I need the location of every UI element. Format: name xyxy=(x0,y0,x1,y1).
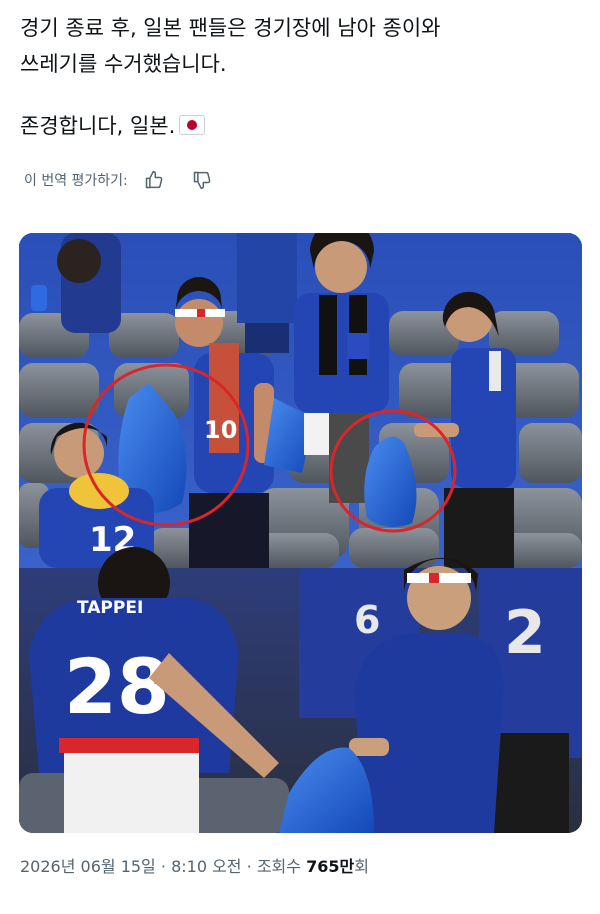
views-suffix: 회 xyxy=(354,857,369,876)
meta-separator-2: · xyxy=(246,857,252,876)
jersey-number-10: 10 xyxy=(204,416,237,444)
post-line-2: 쓰레기를 수거했습니다. xyxy=(20,52,227,76)
post-line-3: 존경합니다, 일본. xyxy=(20,108,580,144)
post-text: 경기 종료 후, 일본 팬들은 경기장에 남아 종이와 쓰레기를 수거했습니다.… xyxy=(20,10,580,144)
post-photo[interactable]: 10 12 6 2 TAPPEI 28 xyxy=(19,233,582,833)
jersey-number-28: 28 xyxy=(64,642,170,731)
thumbs-up-button[interactable] xyxy=(142,168,166,192)
photo-illustration: 10 12 6 2 TAPPEI 28 xyxy=(19,233,582,833)
views-label: 조회수 xyxy=(256,857,301,876)
bottom-photo: 6 2 TAPPEI 28 xyxy=(19,547,582,833)
post-date[interactable]: 2026년 06월 15일 xyxy=(20,857,156,876)
top-photo: 10 12 xyxy=(19,233,582,568)
post-line-3-text: 존경합니다, 일본. xyxy=(20,114,176,138)
jersey-name-tappei: TAPPEI xyxy=(77,598,143,618)
post-line-1: 경기 종료 후, 일본 팬들은 경기장에 남아 종이와 xyxy=(20,16,441,40)
post-meta: 2026년 06월 15일 · 8:10 오전 · 조회수 765만회 xyxy=(20,853,369,877)
thumbs-down-icon xyxy=(193,171,211,190)
background-fan-center xyxy=(237,233,297,353)
views-count: 765만 xyxy=(306,857,355,876)
post-time[interactable]: 8:10 오전 xyxy=(171,857,241,876)
rate-translation-label: 이 번역 평가하기: xyxy=(24,173,128,189)
japan-flag-icon xyxy=(179,115,206,135)
thumbs-up-icon xyxy=(145,170,163,189)
jersey-number-6: 6 xyxy=(354,598,380,642)
thumbs-down-button[interactable] xyxy=(190,168,214,192)
jersey-number-2: 2 xyxy=(504,598,546,668)
meta-separator-1: · xyxy=(160,857,166,876)
rate-translation-row: 이 번역 평가하기: xyxy=(24,168,214,192)
